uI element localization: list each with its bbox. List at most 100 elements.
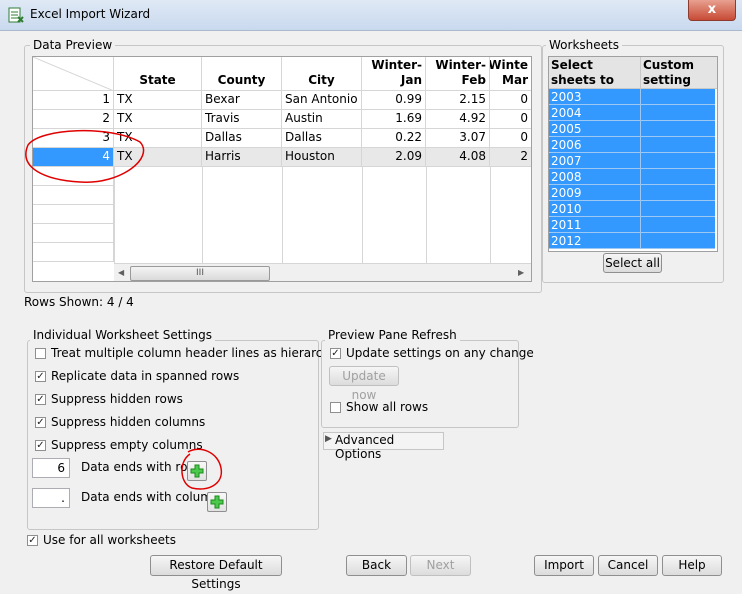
suppress-hidden-rows-label: Suppress hidden rows bbox=[51, 392, 183, 406]
data-preview-label: Data Preview bbox=[30, 38, 116, 52]
help-button[interactable]: Help bbox=[662, 555, 722, 576]
close-button[interactable]: x bbox=[688, 0, 736, 21]
suppress-hidden-columns-checkbox[interactable]: ✓ bbox=[35, 417, 46, 428]
scroll-thumb[interactable]: III bbox=[130, 266, 270, 281]
add-column-button[interactable] bbox=[207, 492, 227, 512]
table-cell: 4.92 bbox=[426, 110, 490, 129]
ends-row-input[interactable]: 6 bbox=[32, 458, 70, 478]
plus-icon bbox=[210, 495, 224, 509]
worksheet-item[interactable]: 2012 bbox=[549, 233, 715, 249]
table-cell: 1.69 bbox=[362, 110, 426, 129]
table-cell: 2.15 bbox=[426, 91, 490, 110]
suppress-hidden-rows-checkbox[interactable]: ✓ bbox=[35, 394, 46, 405]
col-header-custom-setting[interactable]: Custom setting bbox=[641, 57, 717, 89]
column-divider bbox=[114, 167, 115, 263]
preview-refresh-label: Preview Pane Refresh bbox=[325, 328, 460, 342]
row-number[interactable]: 1 bbox=[33, 91, 114, 110]
table-cell: TX bbox=[114, 110, 202, 129]
replicate-spanned-checkbox[interactable]: ✓ bbox=[35, 371, 46, 382]
use-for-all-label: Use for all worksheets bbox=[43, 533, 177, 547]
table-cell: Harris bbox=[202, 148, 282, 167]
table-cell: TX bbox=[114, 148, 202, 167]
expand-arrow-icon: ▶ bbox=[325, 434, 332, 444]
empty-row bbox=[33, 167, 114, 186]
advanced-options-toggle[interactable]: ▶ Advanced Options bbox=[323, 432, 444, 461]
table-cell: 0 bbox=[490, 110, 531, 129]
column-divider bbox=[490, 167, 491, 263]
next-button[interactable]: Next bbox=[410, 555, 471, 576]
update-on-change-checkbox[interactable]: ✓ bbox=[330, 348, 341, 359]
worksheet-item[interactable]: 2003 bbox=[549, 89, 715, 105]
col-header-select-sheets[interactable]: Selectsheets to open bbox=[549, 57, 641, 102]
corner-diagonal bbox=[33, 57, 113, 90]
add-row-button[interactable] bbox=[187, 461, 207, 481]
suppress-hidden-columns-label: Suppress hidden columns bbox=[51, 415, 206, 429]
update-now-button[interactable]: Update now bbox=[329, 366, 399, 402]
table-cell: Houston bbox=[282, 148, 362, 167]
column-divider bbox=[362, 167, 363, 263]
row-number[interactable]: 3 bbox=[33, 129, 114, 148]
table-cell: 0.99 bbox=[362, 91, 426, 110]
empty-row bbox=[33, 243, 114, 262]
table-cell: San Antonio bbox=[282, 91, 362, 110]
grid-corner bbox=[33, 57, 114, 91]
back-button[interactable]: Back bbox=[346, 555, 407, 576]
col-header-winter-jan[interactable]: Winter- Jan bbox=[362, 57, 426, 91]
import-button[interactable]: Import bbox=[534, 555, 594, 576]
hierarchies-checkbox[interactable] bbox=[35, 348, 46, 359]
worksheets-list[interactable]: Selectsheets to open Customsetting 2003 … bbox=[548, 56, 718, 252]
col-header-winter-feb[interactable]: Winter- Feb bbox=[426, 57, 490, 91]
ends-row-label: Data ends with row bbox=[81, 460, 198, 474]
plus-icon bbox=[190, 464, 204, 478]
table-cell: 2.09 bbox=[362, 148, 426, 167]
table-cell: 0 bbox=[490, 91, 531, 110]
hierarchies-label: Treat multiple column header lines as hi… bbox=[51, 346, 347, 360]
scroll-left-arrow-icon[interactable]: ◀ bbox=[118, 268, 124, 277]
rows-shown-label: Rows Shown: 4 / 4 bbox=[24, 295, 134, 309]
worksheet-item[interactable]: 2004 bbox=[549, 105, 715, 121]
update-on-change-label: Update settings on any change bbox=[346, 346, 534, 360]
scroll-right-arrow-icon[interactable]: ▶ bbox=[518, 268, 524, 277]
col-header-winter-mar[interactable]: Winte Mar bbox=[490, 57, 531, 91]
worksheet-item[interactable]: 2009 bbox=[549, 185, 715, 201]
row-number[interactable]: 2 bbox=[33, 110, 114, 129]
table-cell: 0 bbox=[490, 129, 531, 148]
table-cell: Bexar bbox=[202, 91, 282, 110]
spreadsheet-app-icon bbox=[8, 7, 24, 23]
ends-column-label: Data ends with column bbox=[81, 490, 220, 504]
table-cell: TX bbox=[114, 91, 202, 110]
show-all-rows-label: Show all rows bbox=[346, 400, 429, 414]
worksheet-item[interactable]: 2008 bbox=[549, 169, 715, 185]
worksheet-item[interactable]: 2005 bbox=[549, 121, 715, 137]
table-cell: 4.08 bbox=[426, 148, 490, 167]
show-all-rows-checkbox[interactable] bbox=[330, 402, 341, 413]
col-header-city[interactable]: City bbox=[282, 57, 362, 91]
table-cell: 3.07 bbox=[426, 129, 490, 148]
worksheet-item[interactable]: 2011 bbox=[549, 217, 715, 233]
restore-defaults-button[interactable]: Restore Default Settings bbox=[150, 555, 282, 591]
individual-settings-label: Individual Worksheet Settings bbox=[30, 328, 216, 342]
suppress-empty-columns-checkbox[interactable]: ✓ bbox=[35, 440, 46, 451]
cancel-button[interactable]: Cancel bbox=[598, 555, 658, 576]
suppress-empty-columns-label: Suppress empty columns bbox=[51, 438, 203, 452]
worksheet-item[interactable]: 2006 bbox=[549, 137, 715, 153]
column-divider bbox=[202, 167, 203, 263]
worksheet-item[interactable]: 2010 bbox=[549, 201, 715, 217]
horizontal-scrollbar[interactable]: ◀ III ▶ bbox=[114, 263, 531, 281]
use-for-all-checkbox[interactable]: ✓ bbox=[27, 535, 38, 546]
table-cell: 0.22 bbox=[362, 129, 426, 148]
table-cell: Dallas bbox=[282, 129, 362, 148]
select-all-button[interactable]: Select all bbox=[603, 253, 662, 273]
col-header-state[interactable]: State bbox=[114, 57, 202, 91]
column-divider bbox=[282, 167, 283, 263]
ends-column-input[interactable]: . bbox=[32, 488, 70, 508]
worksheet-item[interactable]: 2007 bbox=[549, 153, 715, 169]
column-divider bbox=[426, 167, 427, 263]
col-header-county[interactable]: County bbox=[202, 57, 282, 91]
table-cell: Travis bbox=[202, 110, 282, 129]
row-number-selected[interactable]: 4 bbox=[33, 148, 114, 167]
empty-row bbox=[33, 224, 114, 243]
data-preview-grid[interactable]: State County City Winter- Jan Winter- Feb … bbox=[32, 56, 532, 282]
empty-row bbox=[33, 205, 114, 224]
advanced-options-label: Advanced Options bbox=[335, 433, 395, 461]
